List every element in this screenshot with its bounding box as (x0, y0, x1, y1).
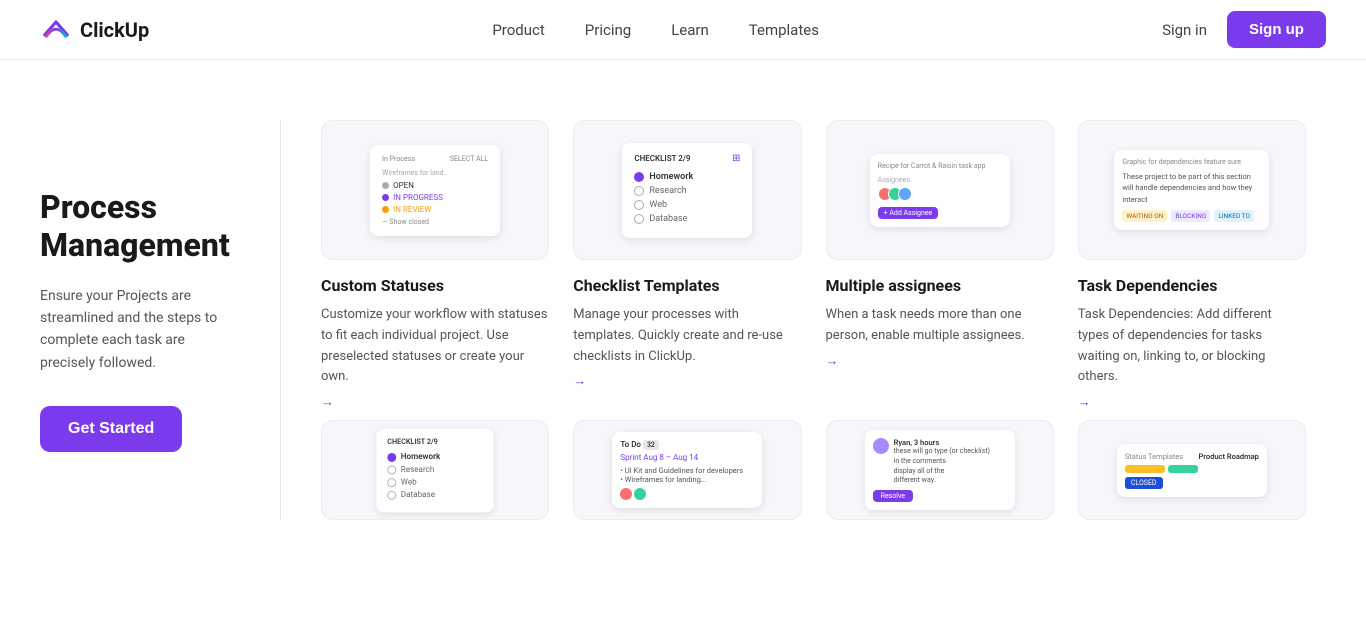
mock-status-ui: In Process SELECT ALL Wireframes for lan… (370, 145, 500, 236)
sidebar: Process Management Ensure your Projects … (0, 120, 260, 520)
sign-up-button[interactable]: Sign up (1227, 11, 1326, 48)
nav-product[interactable]: Product (492, 21, 544, 39)
checklist-templates-desc: Manage your processes with templates. Qu… (573, 305, 801, 367)
feature-custom-statuses: In Process SELECT ALL Wireframes for lan… (321, 120, 549, 410)
logo[interactable]: ClickUp (40, 14, 149, 46)
custom-statuses-desc: Customize your workflow with statuses to… (321, 305, 549, 388)
sign-in-link[interactable]: Sign in (1162, 21, 1207, 39)
custom-statuses-link[interactable]: → (321, 394, 549, 410)
feature-task-dependencies: Graphic for dependencies feature sure Th… (1078, 120, 1306, 410)
task-dependencies-desc: Task Dependencies: Add different types o… (1078, 305, 1306, 388)
nav-pricing[interactable]: Pricing (585, 21, 631, 39)
get-started-button[interactable]: Get Started (40, 406, 182, 452)
bottom-features-row: CHECKLIST 2/9 Homework Research Web (311, 420, 1336, 520)
nav-links: Product Pricing Learn Templates (492, 21, 819, 39)
bottom-comments-image: Ryan, 3 hours these will go type (or che… (826, 420, 1054, 520)
logo-text: ClickUp (80, 18, 149, 42)
task-dependencies-link[interactable]: → (1078, 394, 1306, 410)
sidebar-description: Ensure your Projects are streamlined and… (40, 285, 240, 375)
page-title: Process Management (40, 188, 240, 265)
multiple-assignees-image: Recipe for Carrot & Raisin task app Assi… (826, 120, 1054, 260)
page-content: Process Management Ensure your Projects … (0, 60, 1366, 560)
multiple-assignees-desc: When a task needs more than one person, … (826, 305, 1054, 347)
feature-checklist-templates: CHECKLIST 2/9 ⊞ Homework Research (573, 120, 801, 410)
mock-checklist-ui: CHECKLIST 2/9 ⊞ Homework Research (622, 143, 752, 238)
checklist-templates-image: CHECKLIST 2/9 ⊞ Homework Research (573, 120, 801, 260)
navbar: ClickUp Product Pricing Learn Templates … (0, 0, 1366, 60)
features-grid: In Process SELECT ALL Wireframes for lan… (311, 120, 1336, 410)
clickup-logo-icon (40, 14, 72, 46)
checklist-templates-link[interactable]: → (573, 373, 801, 389)
feature-multiple-assignees: Recipe for Carrot & Raisin task app Assi… (826, 120, 1054, 410)
sidebar-divider (280, 120, 281, 520)
bottom-roadmap-image: Status Templates Product Roadmap CLOSED (1078, 420, 1306, 520)
nav-actions: Sign in Sign up (1162, 11, 1326, 48)
bottom-checklist-image: CHECKLIST 2/9 Homework Research Web (321, 420, 549, 520)
nav-templates[interactable]: Templates (749, 21, 819, 39)
multiple-assignees-title: Multiple assignees (826, 276, 1054, 295)
checklist-templates-title: Checklist Templates (573, 276, 801, 295)
task-dependencies-title: Task Dependencies (1078, 276, 1306, 295)
nav-learn[interactable]: Learn (671, 21, 709, 39)
task-dependencies-image: Graphic for dependencies feature sure Th… (1078, 120, 1306, 260)
multiple-assignees-link[interactable]: → (826, 353, 1054, 369)
custom-statuses-image: In Process SELECT ALL Wireframes for lan… (321, 120, 549, 260)
custom-statuses-title: Custom Statuses (321, 276, 549, 295)
bottom-sprint-image: To Do 32 Sprint Aug 8 – Aug 14 • UI Kit … (573, 420, 801, 520)
